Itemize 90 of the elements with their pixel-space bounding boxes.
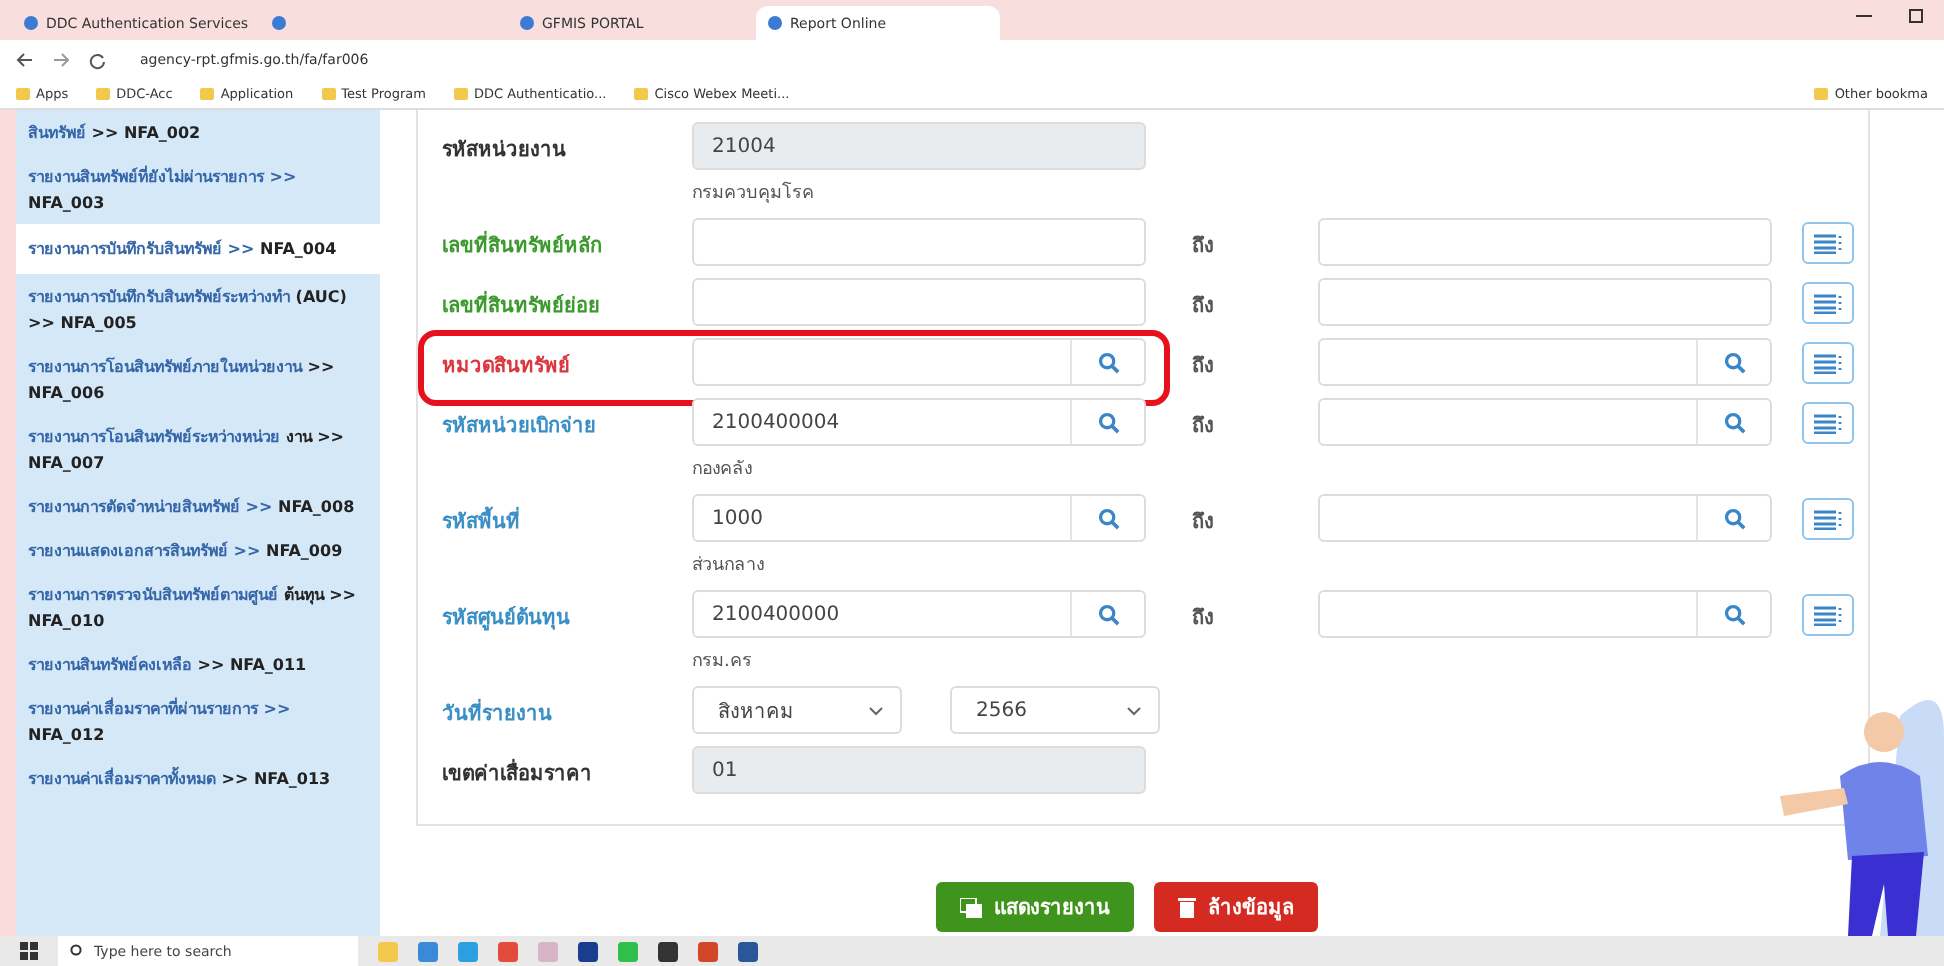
field-label: รหัสพื้นที่ xyxy=(442,494,692,536)
site-icon xyxy=(520,16,534,30)
clear-button[interactable]: ล้างข้อมูล xyxy=(1154,882,1318,932)
search-icon[interactable] xyxy=(1723,507,1745,529)
list-button[interactable] xyxy=(1802,222,1854,264)
list-icon xyxy=(1812,509,1844,529)
sidebar-item[interactable]: รายงานสินทรัพย์ที่ยังไม่ผ่านรายการ >> NFA_003 xyxy=(16,154,380,224)
to-label: ถึง xyxy=(1192,233,1216,260)
trash-icon xyxy=(1178,897,1196,917)
field-label: รหัสหน่วยงาน xyxy=(442,137,568,164)
dropdown-field[interactable]: สิงหาคม xyxy=(692,686,902,734)
search-icon xyxy=(70,944,84,958)
list-button[interactable] xyxy=(1802,402,1854,444)
site-icon xyxy=(24,16,38,30)
input-field[interactable] xyxy=(1318,278,1772,326)
to-label: ถึง xyxy=(1192,293,1216,320)
list-icon xyxy=(1812,353,1844,373)
search-field[interactable] xyxy=(1318,338,1772,386)
search-field[interactable] xyxy=(1318,398,1772,446)
report-icon xyxy=(960,897,982,917)
search-icon[interactable] xyxy=(1097,411,1119,433)
sidebar-item[interactable]: รายงานการบันทึกรับสินทรัพย์ >> NFA_004 xyxy=(16,224,380,274)
list-icon xyxy=(1812,605,1844,625)
search-icon[interactable] xyxy=(1723,351,1745,373)
folder-icon xyxy=(634,88,649,100)
sidebar-item[interactable]: รายงานแสดงเอกสารสินทรัพย์ >> NFA_009 xyxy=(16,528,380,572)
list-button[interactable] xyxy=(1802,342,1854,384)
readonly-field: 21004 xyxy=(692,122,1146,170)
site-icon xyxy=(272,16,286,30)
sidebar-item[interactable]: รายงานค่าเสื่อมราคาทั้งหมด >> NFA_013 xyxy=(16,756,380,800)
sidebar-item[interactable]: รายงานค่าเสื่อมราคาที่ผ่านรายการ >> NFA_012 xyxy=(16,686,380,756)
list-icon xyxy=(1812,233,1844,253)
input-field[interactable] xyxy=(692,278,1146,326)
field-label: หมวดสินทรัพย์ xyxy=(442,352,572,380)
field-note: กรม.คร xyxy=(692,650,754,676)
list-button[interactable] xyxy=(1802,594,1854,636)
field-label: เลขที่สินทรัพย์ย่อย xyxy=(442,278,692,320)
search-icon[interactable] xyxy=(1097,507,1119,529)
folder-icon xyxy=(16,88,30,100)
list-button[interactable] xyxy=(1802,498,1854,540)
field-label: เขตค่าเสื่อมราคา xyxy=(442,746,692,788)
chevron-down-icon xyxy=(1126,705,1142,715)
sidebar-item[interactable]: รายงานการโอนสินทรัพย์ภายในหน่วยงาน >> NFA_006 xyxy=(16,344,380,414)
search-icon[interactable] xyxy=(1723,411,1745,433)
list-button[interactable] xyxy=(1802,282,1854,324)
folder-icon xyxy=(321,88,336,100)
sidebar-item[interactable]: รายงานการตัดจำหน่ายสินทรัพย์ >> NFA_008 xyxy=(16,484,380,528)
restore-icon[interactable] xyxy=(1908,8,1924,24)
field-note: กองคลัง xyxy=(692,458,754,484)
sidebar-item[interactable]: รายงานการโอนสินทรัพย์ระหว่างหน่วย งาน >> NFA_007 xyxy=(16,414,380,484)
sidebar-item[interactable]: สินทรัพย์ >> NFA_002 xyxy=(16,110,380,154)
folder-icon xyxy=(1814,88,1829,100)
field-label: เลขที่สินทรัพย์หลัก xyxy=(442,218,692,260)
dropdown-field[interactable]: 2566 xyxy=(950,686,1160,734)
search-field[interactable]: 1000 xyxy=(692,494,1146,542)
folder-icon xyxy=(453,88,468,100)
list-icon xyxy=(1812,413,1844,433)
search-icon[interactable] xyxy=(1723,603,1745,625)
folder-icon xyxy=(200,88,215,100)
field-label: รหัสหน่วยเบิกจ่าย xyxy=(442,413,598,440)
show-report-button[interactable]: แสดงรายงาน xyxy=(936,882,1134,932)
search-field[interactable] xyxy=(1318,590,1772,638)
to-label: ถึง xyxy=(1192,353,1216,380)
to-label: ถึง xyxy=(1192,413,1216,440)
input-field[interactable] xyxy=(1318,218,1772,266)
field-note: กรมควบคุมโรค xyxy=(692,179,816,208)
sidebar-item[interactable]: รายงานการบันทึกรับสินทรัพย์ระหว่างทำ (AUC) >> NFA_005 xyxy=(16,274,380,344)
sidebar-item[interactable]: รายงานการตรวจนับสินทรัพย์ตามศูนย์ ต้นทุน >> NFA_010 xyxy=(16,572,380,642)
field-label: วันที่รายงาน xyxy=(442,686,692,728)
chevron-down-icon xyxy=(868,705,884,715)
field-label: รหัสศูนย์ต้นทุน xyxy=(442,604,572,632)
windows-logo-icon[interactable] xyxy=(20,942,38,960)
field-note: ส่วนกลาง xyxy=(692,554,766,580)
search-field[interactable]: 2100400000 xyxy=(692,590,1146,638)
sidebar-item[interactable]: รายงานสินทรัพย์คงเหลือ >> NFA_011 xyxy=(16,642,380,686)
search-field[interactable]: 2100400004 xyxy=(692,398,1146,446)
search-field[interactable] xyxy=(1318,494,1772,542)
back-icon[interactable] xyxy=(16,52,34,68)
input-field[interactable] xyxy=(692,218,1146,266)
to-label: ถึง xyxy=(1192,605,1216,632)
readonly-field: 01 xyxy=(692,746,1146,794)
search-field[interactable] xyxy=(692,338,1146,386)
search-icon[interactable] xyxy=(1097,603,1119,625)
list-icon xyxy=(1812,293,1844,313)
reload-icon[interactable] xyxy=(88,51,106,69)
folder-icon xyxy=(96,88,111,100)
to-label: ถึง xyxy=(1192,509,1216,536)
site-icon xyxy=(768,16,782,30)
forward-icon[interactable] xyxy=(52,52,70,68)
search-icon[interactable] xyxy=(1097,351,1119,373)
